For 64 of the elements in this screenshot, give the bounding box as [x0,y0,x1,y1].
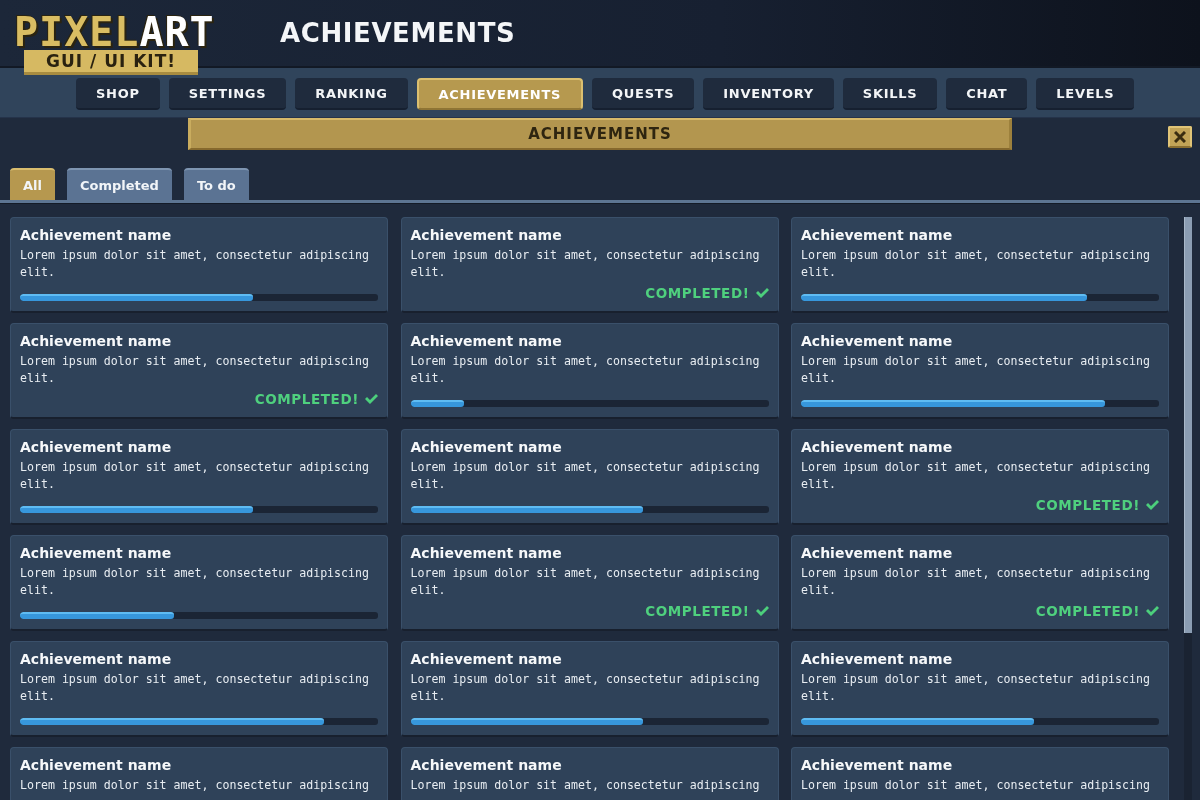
achievement-title: Achievement name [20,332,172,350]
achievement-description: Lorem ipsum dolor sit amet, consectetur adipiscing elit. [801,353,1151,387]
scrollbar-track[interactable] [1184,217,1192,800]
completed-label: COMPLETED! [1035,497,1140,513]
achievement-title: Achievement name [410,756,562,774]
achievement-description: Lorem ipsum dolor sit amet, consectetur adipiscing elit. [801,565,1151,599]
achievement-title: Achievement name [801,438,953,456]
filter-tab[interactable]: Completed [67,168,172,200]
achievement-title: Achievement name [410,544,562,562]
achievement-title: Achievement name [801,332,953,350]
logo-title: PIXELART [14,12,215,52]
completed-label: COMPLETED! [1035,603,1140,619]
achievement-description: Lorem ipsum dolor sit amet, consectetur adipiscing [20,777,370,794]
logo-subtitle-banner: GUI / UI KIT! [24,50,199,75]
achievement-title: Achievement name [801,650,953,668]
achievement-description: Lorem ipsum dolor sit amet, consectetur adipiscing elit. [20,353,370,387]
title-banner: ACHIEVEMENTS [188,118,1012,150]
achievement-description: Lorem ipsum dolor sit amet, consectetur adipiscing elit. [20,671,370,705]
checkmark-icon [755,606,769,616]
achievement-description: Lorem ipsum dolor sit amet, consectetur adipiscing elit. [410,247,761,281]
nav-tab[interactable]: SETTINGS [168,78,287,110]
achievement-title: Achievement name [20,226,172,244]
achievement-description: Lorem ipsum dolor sit amet, consectetur adipiscing [801,777,1151,794]
achievement-title: Achievement name [20,438,172,456]
achievement-description: Lorem ipsum dolor sit amet, consectetur adipiscing elit. [801,459,1151,493]
scrollbar-thumb[interactable] [1184,217,1192,633]
nav-tab[interactable]: INVENTORY [703,78,834,110]
completed-label: COMPLETED! [254,391,359,407]
achievement-title: Achievement name [801,544,953,562]
nav-tab[interactable]: RANKING [295,78,408,110]
achievement-description: Lorem ipsum dolor sit amet, consectetur adipiscing elit. [20,565,370,599]
achievement-title: Achievement name [20,756,172,774]
achievement-title: Achievement name [20,544,172,562]
achievement-title: Achievement name [801,756,953,774]
achievement-description: Lorem ipsum dolor sit amet, consectetur adipiscing elit. [801,671,1151,705]
achievement-title: Achievement name [410,332,562,350]
nav-tab[interactable]: SHOP [76,78,160,110]
nav-tab[interactable]: SKILLS [842,78,938,110]
filter-tab[interactable]: To do [183,168,249,200]
nav-tab[interactable]: LEVELS [1036,78,1135,110]
page-title: ACHIEVEMENTS [280,18,516,48]
nav-tab[interactable]: QUESTS [592,78,695,110]
achievement-description: Lorem ipsum dolor sit amet, consectetur adipiscing elit. [801,247,1151,281]
achievement-description: Lorem ipsum dolor sit amet, consectetur adipiscing elit. [410,565,761,599]
completed-label: COMPLETED! [645,603,750,619]
checkmark-icon [365,394,378,404]
achievement-description: Lorem ipsum dolor sit amet, consectetur adipiscing elit. [20,459,370,493]
checkmark-icon [755,288,769,298]
achievement-description: Lorem ipsum dolor sit amet, consectetur adipiscing elit. [410,353,761,387]
nav-tab[interactable]: CHAT [946,78,1028,110]
achievement-description: Lorem ipsum dolor sit amet, consectetur adipiscing elit. [20,247,370,281]
achievement-title: Achievement name [410,226,562,244]
achievement-title: Achievement name [801,226,953,244]
achievement-description: Lorem ipsum dolor sit amet, consectetur adipiscing [410,777,761,794]
close-icon [1174,131,1186,143]
achievement-description: Lorem ipsum dolor sit amet, consectetur adipiscing elit. [410,459,761,493]
achievement-title: Achievement name [410,438,562,456]
achievement-title: Achievement name [20,650,172,668]
close-button[interactable] [1168,126,1192,148]
completed-label: COMPLETED! [645,285,750,301]
achievement-description: Lorem ipsum dolor sit amet, consectetur adipiscing elit. [410,671,761,705]
checkmark-icon [1146,500,1159,510]
checkmark-icon [1146,606,1159,616]
achievement-title: Achievement name [410,650,562,668]
